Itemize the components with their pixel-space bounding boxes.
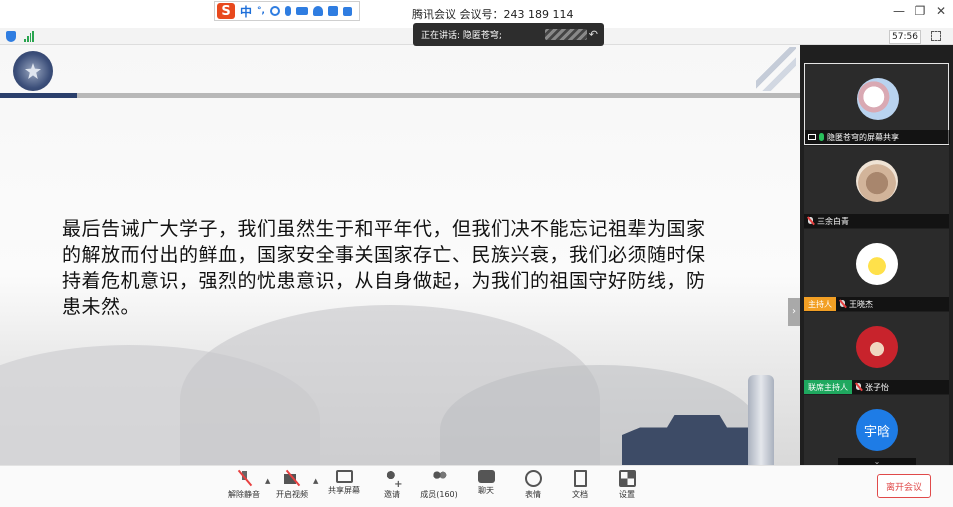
ime-punct-toggle[interactable]: °, <box>257 6 265 16</box>
toolbox-icon[interactable] <box>342 6 352 16</box>
share-screen-label: 共享屏幕 <box>328 486 360 495</box>
chat-button[interactable]: 聊天 <box>464 470 508 506</box>
mic-muted-icon <box>807 217 814 225</box>
sogou-logo-icon[interactable]: S <box>217 3 235 19</box>
add-user-icon <box>383 470 403 490</box>
participant-name: 三余白青 <box>817 216 849 226</box>
police-emblem-icon <box>13 51 53 91</box>
mic-muted-icon <box>235 470 253 487</box>
share-screen-button[interactable]: 共享屏幕 <box>322 470 366 506</box>
unmute-button[interactable]: 解除静音 <box>222 470 266 506</box>
settings-icon <box>618 470 636 487</box>
settings-button[interactable]: 设置 <box>605 470 649 506</box>
meeting-timer: 57:56 <box>889 30 921 44</box>
avatar <box>856 243 898 285</box>
audio-wave-icon <box>545 29 587 40</box>
start-video-label: 开启视频 <box>276 490 308 499</box>
ime-toolbar[interactable]: S 中 °, <box>214 1 360 21</box>
participant-name-bar: 联席主持人 张子怡 <box>804 380 949 394</box>
leave-meeting-button[interactable]: 离开会议 <box>877 474 931 498</box>
emoji-label: 表情 <box>525 490 541 499</box>
avatar <box>857 78 899 120</box>
header-divider-accent <box>0 93 77 98</box>
docs-label: 文档 <box>572 490 588 499</box>
close-button[interactable]: ✕ <box>932 4 950 18</box>
ime-mode-toggle[interactable]: 中 <box>240 3 252 20</box>
voice-icon[interactable] <box>284 6 291 16</box>
invite-label: 邀请 <box>384 490 400 499</box>
screen-share-icon <box>808 134 816 140</box>
avatar: 宇晗 <box>856 409 898 451</box>
signal-icon[interactable] <box>24 31 34 42</box>
slide-body-text: 最后告诫广大学子，我们虽然生于和平年代，但我们决不能忘记祖辈为国家的解放而付出的… <box>62 218 706 318</box>
host-badge: 主持人 <box>804 297 836 311</box>
participant-name-bar: 三余白青 <box>804 214 949 228</box>
fullscreen-icon[interactable] <box>931 31 941 41</box>
mic-active-icon <box>819 133 824 141</box>
participant-name: 王晓杰 <box>849 299 873 309</box>
avatar <box>856 326 898 368</box>
invite-button[interactable]: 邀请 <box>370 470 414 506</box>
emoji-icon[interactable] <box>269 6 280 16</box>
participant-tile[interactable]: 主持人 王晓杰 <box>804 229 949 311</box>
chat-icon <box>477 470 495 483</box>
participant-panel: 隐匿苍穹的屏幕共享 三余白青 主持人 王晓杰 联席主持人 张子怡 宇晗 <box>800 45 953 465</box>
avatar <box>856 160 898 202</box>
members-label: 成员(160) <box>420 490 458 499</box>
start-video-button[interactable]: 开启视频 <box>270 470 314 506</box>
user-icon[interactable] <box>312 6 323 16</box>
mic-muted-icon <box>855 383 862 391</box>
collapse-icon[interactable]: ↶ <box>589 28 598 41</box>
participant-tile[interactable]: 联席主持人 张子怡 <box>804 312 949 394</box>
keyboard-icon[interactable] <box>295 7 308 15</box>
members-icon <box>430 470 448 487</box>
unmute-label: 解除静音 <box>228 490 260 499</box>
huabiao-pillar-illustration <box>748 375 774 465</box>
meeting-toolbar: 解除静音 ▲ 开启视频 ▲ 共享屏幕 邀请 成员(160) 聊天 表情 文档 设… <box>0 465 953 507</box>
document-icon <box>573 470 587 487</box>
share-screen-icon <box>335 470 353 483</box>
speaking-label: 正在讲话: 隐匿苍穹; <box>421 31 502 41</box>
participant-tile[interactable]: 隐匿苍穹的屏幕共享 <box>804 63 950 145</box>
participant-tile[interactable]: 宇晗 <box>804 395 949 465</box>
participant-name: 隐匿苍穹的屏幕共享 <box>827 132 899 142</box>
header-divider <box>0 93 800 98</box>
skin-icon[interactable] <box>327 6 338 16</box>
participant-name: 张子怡 <box>865 382 889 392</box>
docs-button[interactable]: 文档 <box>558 470 602 506</box>
restore-button[interactable]: ❐ <box>911 4 929 18</box>
video-options-arrow[interactable]: ▲ <box>313 477 318 485</box>
shield-icon[interactable] <box>6 31 16 42</box>
panel-toggle-button[interactable]: › <box>788 298 800 326</box>
chat-label: 聊天 <box>478 486 494 495</box>
participant-name-bar: 主持人 王晓杰 <box>804 297 949 311</box>
window-title: 腾讯会议 会议号：243 189 114 <box>412 8 574 21</box>
wing-decoration <box>756 47 796 91</box>
participant-name-bar: 隐匿苍穹的屏幕共享 <box>805 130 950 144</box>
emoji-icon <box>524 470 542 487</box>
mic-muted-icon <box>839 300 846 308</box>
cohost-badge: 联席主持人 <box>804 380 852 394</box>
participant-tile[interactable]: 三余白青 <box>804 146 949 228</box>
shared-screen: 最后告诫广大学子，我们虽然生于和平年代，但我们决不能忘记祖辈为国家的解放而付出的… <box>0 45 800 465</box>
camera-off-icon <box>283 470 301 487</box>
emoji-button[interactable]: 表情 <box>511 470 555 506</box>
settings-label: 设置 <box>619 490 635 499</box>
speaking-indicator: 正在讲话: 隐匿苍穹; ↶ <box>413 23 604 46</box>
members-button[interactable]: 成员(160) <box>417 470 461 506</box>
minimize-button[interactable]: — <box>890 4 908 18</box>
